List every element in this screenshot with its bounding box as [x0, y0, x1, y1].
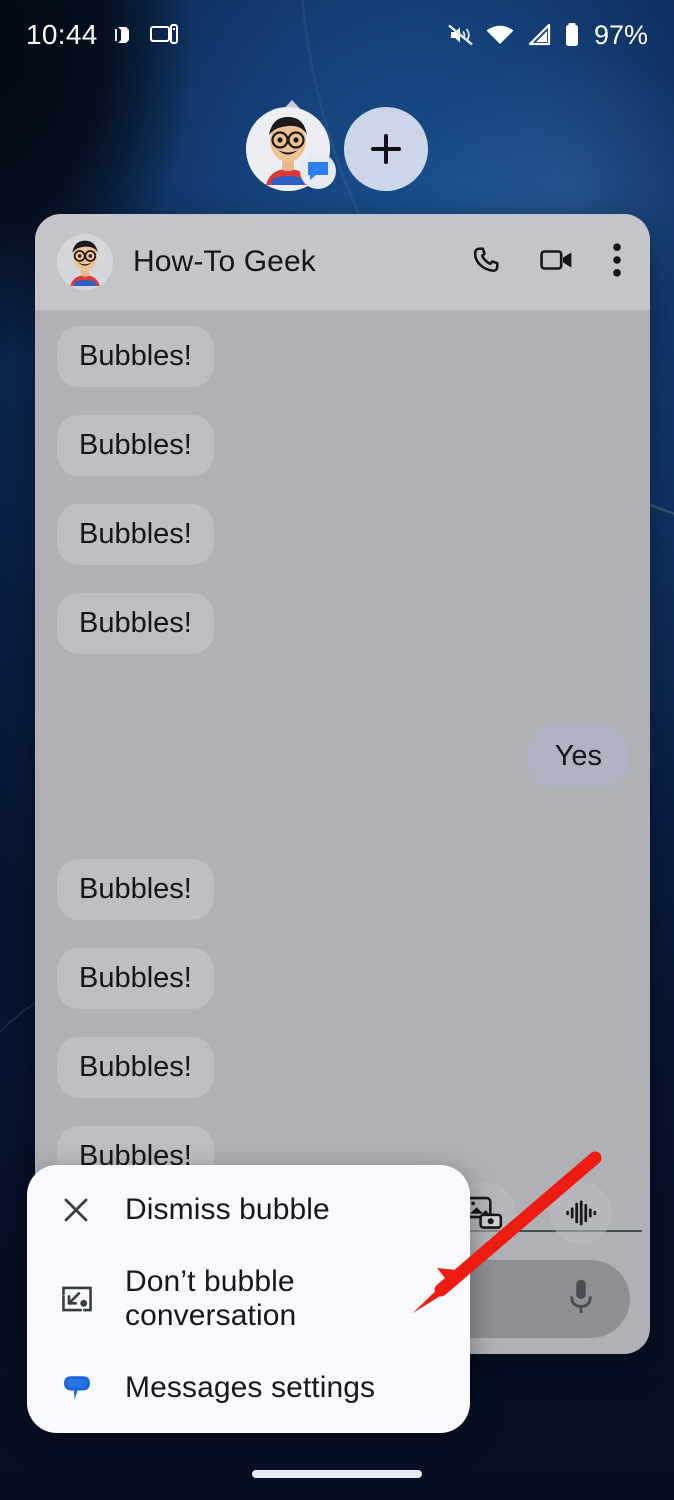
vpn-key-icon: [112, 23, 136, 47]
message-row: Yes: [35, 726, 650, 787]
message-row: Bubbles!: [35, 859, 650, 920]
message-group-gap: [35, 682, 650, 726]
menu-item-dont-bubble-conversation[interactable]: Don’t bubble conversation: [27, 1255, 470, 1344]
plus-icon-vertical: [384, 134, 388, 164]
message-row: Bubbles!: [35, 948, 650, 1009]
conversation-bubble[interactable]: [246, 107, 336, 191]
microphone-icon[interactable]: [566, 1277, 596, 1322]
close-x-icon: [61, 1195, 107, 1225]
cast-screen-icon: [149, 24, 178, 46]
message-bubble-incoming: Bubbles!: [57, 504, 214, 565]
message-bubble-incoming: Bubbles!: [57, 326, 214, 387]
message-row: Bubbles!: [35, 326, 650, 387]
message-bubble-incoming: Bubbles!: [57, 859, 214, 920]
message-group-gap: [35, 815, 650, 859]
message-row: Bubbles!: [35, 1037, 650, 1098]
menu-label-messages-settings: Messages settings: [125, 1371, 376, 1404]
status-bar: 10:44 97%: [0, 0, 674, 70]
contact-avatar-icon-small: [57, 234, 113, 290]
wifi-icon: [485, 23, 515, 47]
message-row: Bubbles!: [35, 415, 650, 476]
message-bubble-incoming: Bubbles!: [57, 1037, 214, 1098]
mute-icon: [447, 23, 474, 47]
battery-percent-label: 97%: [593, 19, 648, 50]
collapse-bubble-icon: [61, 1285, 107, 1313]
overflow-menu-icon[interactable]: [612, 242, 622, 282]
add-bubble-button[interactable]: [344, 107, 428, 191]
header-avatar[interactable]: [57, 234, 113, 290]
menu-item-messages-settings[interactable]: Messages settings: [27, 1344, 470, 1433]
bubble-row: [0, 107, 674, 191]
message-bubble-incoming: Bubbles!: [57, 415, 214, 476]
menu-label-dont-bubble-conversation: Don’t bubble conversation: [125, 1265, 297, 1332]
video-call-icon[interactable]: [540, 245, 574, 280]
message-row: Bubbles!: [35, 504, 650, 565]
status-bar-clock: 10:44: [26, 19, 98, 50]
audio-waveform-icon[interactable]: [550, 1182, 612, 1244]
phone-call-icon[interactable]: [470, 244, 502, 281]
chat-header-actions: [470, 242, 628, 282]
cellular-signal-icon: [526, 23, 552, 47]
status-bar-right: 97%: [447, 20, 648, 51]
status-bar-left: 10:44: [26, 19, 178, 51]
home-gesture-indicator[interactable]: [252, 1470, 422, 1478]
bubble-context-menu: Dismiss bubble Don’t bubble conversation…: [27, 1165, 470, 1433]
battery-icon: [563, 22, 581, 48]
message-bubble-incoming: Bubbles!: [57, 593, 214, 654]
chat-title: How-To Geek: [133, 245, 316, 278]
menu-label-dismiss-bubble: Dismiss bubble: [125, 1193, 330, 1226]
messages-badge-icon: [300, 153, 336, 189]
message-bubble-incoming: Bubbles!: [57, 948, 214, 1009]
menu-item-dismiss-bubble[interactable]: Dismiss bubble: [27, 1166, 470, 1255]
messages-app-icon: [61, 1373, 107, 1403]
chat-header: How-To Geek: [35, 214, 650, 310]
message-row: Bubbles!: [35, 593, 650, 654]
message-bubble-outgoing: Yes: [528, 726, 628, 787]
